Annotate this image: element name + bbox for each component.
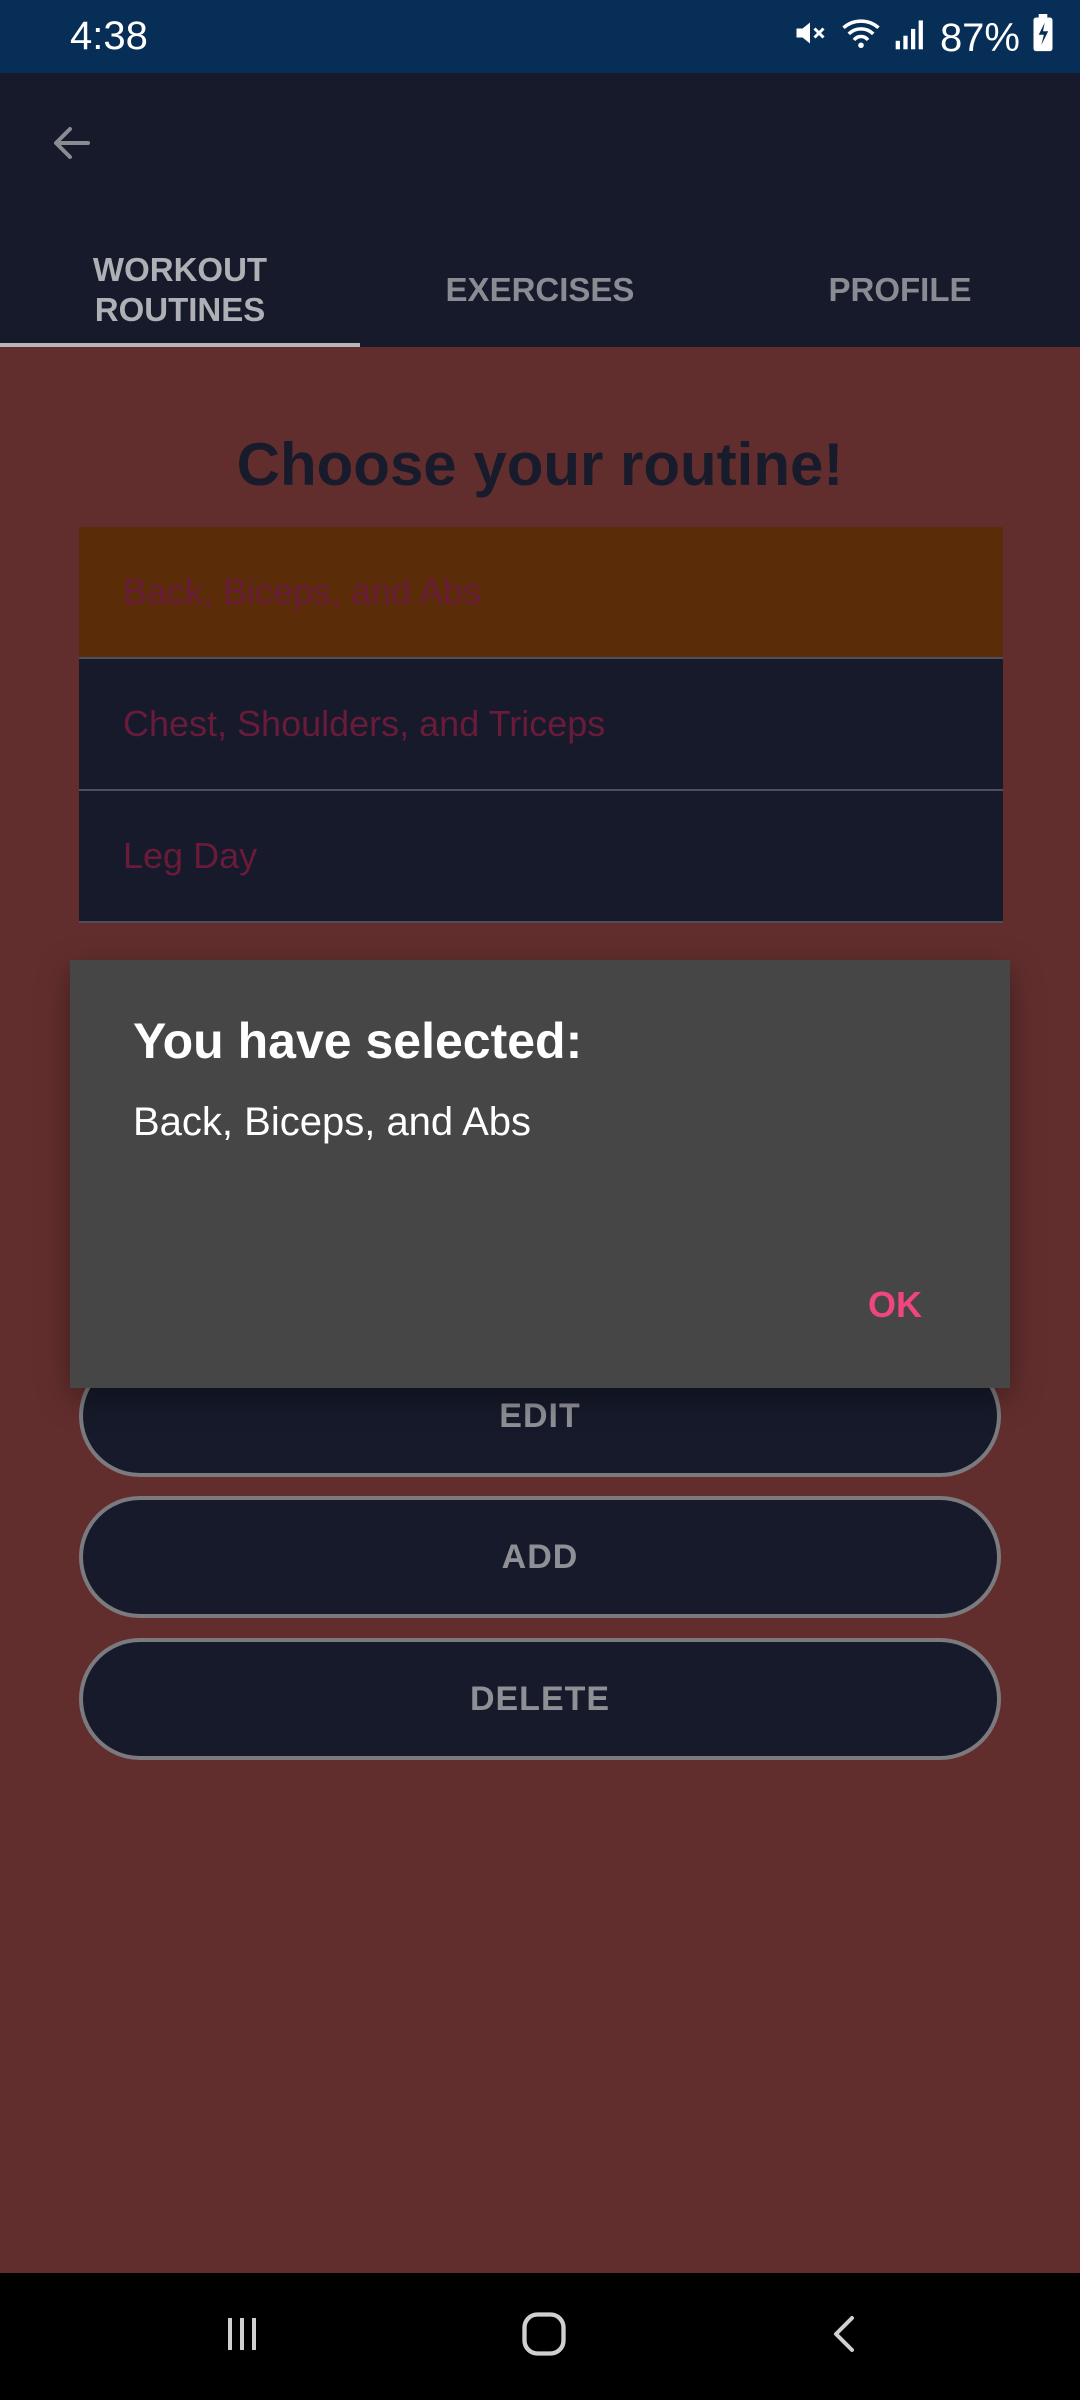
status-bar: 4:38 87% xyxy=(0,0,1080,73)
status-icons: 87% xyxy=(792,14,1054,62)
tab-indicator xyxy=(0,343,360,347)
mute-icon xyxy=(792,15,828,61)
add-button[interactable]: ADD xyxy=(79,1496,1001,1618)
recents-button[interactable] xyxy=(162,2273,322,2400)
signal-icon xyxy=(894,16,928,61)
nav-back-button[interactable] xyxy=(766,2273,926,2400)
system-nav-bar xyxy=(0,2273,1080,2400)
tab-label: PROFILE xyxy=(828,271,972,308)
tab-label: EXERCISES xyxy=(445,271,635,308)
list-item[interactable]: Chest, Shoulders, and Triceps xyxy=(79,659,1003,791)
back-arrow-icon xyxy=(48,119,96,172)
back-button[interactable] xyxy=(40,113,104,177)
page-title: Choose your routine! xyxy=(236,431,844,498)
selection-dialog: You have selected: Back, Biceps, and Abs… xyxy=(70,960,1010,1388)
battery-level: 87% xyxy=(939,15,1020,60)
wifi-icon xyxy=(840,15,882,61)
list-item[interactable]: Leg Day xyxy=(79,791,1003,923)
battery-charging-icon xyxy=(1032,14,1054,62)
app-bar: WORKOUT ROUTINES EXERCISES PROFILE xyxy=(0,73,1080,347)
tab-profile[interactable]: PROFILE xyxy=(720,233,1080,347)
dialog-title: You have selected: xyxy=(133,1013,583,1069)
nav-back-icon xyxy=(822,2310,870,2363)
list-item[interactable]: Back, Biceps, and Abs xyxy=(79,527,1003,659)
ok-button[interactable]: OK xyxy=(856,1278,934,1332)
routine-list: Back, Biceps, and Abs Chest, Shoulders, … xyxy=(79,527,1003,923)
delete-button[interactable]: DELETE xyxy=(79,1638,1001,1760)
tab-exercises[interactable]: EXERCISES xyxy=(360,233,720,347)
dialog-message: Back, Biceps, and Abs xyxy=(133,1100,532,1144)
tab-workout-routines[interactable]: WORKOUT ROUTINES xyxy=(0,233,360,347)
tab-bar: WORKOUT ROUTINES EXERCISES PROFILE xyxy=(0,233,1080,347)
tab-label: WORKOUT ROUTINES xyxy=(92,251,268,328)
recents-icon xyxy=(218,2310,266,2363)
home-button[interactable] xyxy=(464,2273,624,2400)
status-time: 4:38 xyxy=(70,14,148,58)
home-icon xyxy=(518,2308,570,2365)
